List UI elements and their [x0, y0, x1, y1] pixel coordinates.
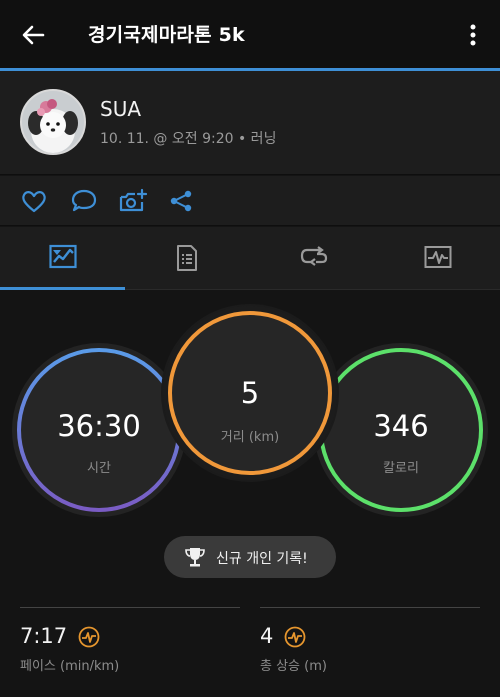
- personal-record-text: 신규 개인 기록!: [216, 551, 308, 567]
- pace-stat: 7:17 페이스 (min/km): [20, 607, 240, 677]
- activity-tabs: [0, 227, 500, 289]
- back-arrow-icon: [22, 25, 45, 45]
- like-button[interactable]: [20, 188, 48, 214]
- elevation-stat: 4 총 상승 (m): [260, 607, 480, 677]
- garmin-connect-icon: [78, 626, 100, 648]
- distance-label: 거리 (km): [220, 430, 280, 445]
- user-name[interactable]: SUA: [100, 97, 141, 121]
- activity-header: SUA 10. 11. @ 오전 9:20 • 러닝: [0, 71, 500, 175]
- dog-photo-icon: [22, 91, 84, 153]
- elevation-label: 총 상승 (m): [260, 659, 327, 674]
- more-options-button[interactable]: [458, 20, 488, 50]
- share-icon: [170, 190, 192, 212]
- tab-laps[interactable]: [250, 227, 375, 289]
- more-vertical-icon: [470, 24, 476, 46]
- comment-icon: [71, 189, 97, 212]
- distance-value: 5: [240, 376, 260, 410]
- comment-button[interactable]: [70, 188, 98, 214]
- tab-stats[interactable]: [125, 227, 250, 289]
- top-bar: 경기국제마라톤 5k: [0, 0, 500, 68]
- distance-summary: 5 거리 (km): [161, 304, 339, 482]
- active-tab-indicator: [0, 287, 125, 290]
- pace-value: 7:17: [20, 624, 68, 648]
- calories-summary: 346 칼로리: [314, 343, 488, 517]
- camera-add-icon: [119, 188, 148, 212]
- heart-icon: [22, 191, 46, 213]
- share-button[interactable]: [168, 188, 196, 214]
- trophy-icon: [185, 548, 205, 567]
- document-list-icon: [177, 245, 197, 271]
- pace-label: 페이스 (min/km): [20, 659, 120, 674]
- elevation-value: 4: [260, 624, 274, 648]
- activity-meta: 10. 11. @ 오전 9:20 • 러닝: [100, 131, 277, 147]
- garmin-connect-icon: [284, 626, 306, 648]
- map-icon: [49, 244, 77, 269]
- tab-charts[interactable]: [375, 227, 500, 289]
- social-actions-bar: [0, 176, 500, 226]
- chart-icon: [424, 246, 452, 268]
- calories-label: 칼로리: [383, 461, 419, 476]
- time-label: 시간: [87, 461, 111, 476]
- time-summary: 36:30 시간: [12, 343, 186, 517]
- personal-record-badge[interactable]: 신규 개인 기록!: [164, 536, 336, 578]
- calories-value: 346: [373, 409, 429, 443]
- laps-loop-icon: [300, 246, 328, 266]
- avatar[interactable]: [20, 89, 86, 155]
- back-button[interactable]: [18, 20, 48, 50]
- tab-overview[interactable]: [0, 227, 125, 289]
- time-value: 36:30: [57, 409, 141, 443]
- add-photo-button[interactable]: [118, 188, 148, 214]
- page-title: 경기국제마라톤 5k: [88, 24, 245, 46]
